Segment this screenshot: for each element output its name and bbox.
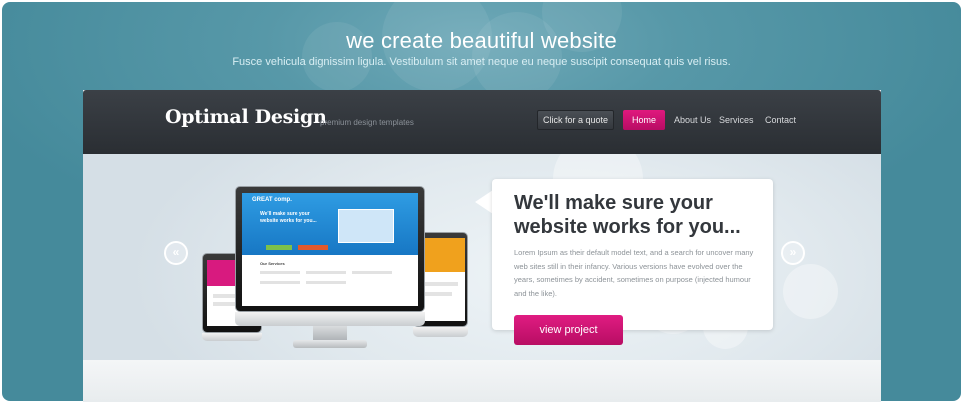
slider-prev-icon[interactable]: « (164, 241, 188, 265)
nav-contact[interactable]: Contact (765, 110, 796, 130)
screen-brand: GREAT comp. (252, 197, 292, 203)
screen-content-block (260, 271, 300, 274)
monitor-bezel: GREAT comp. We'll make sure your website… (235, 186, 425, 312)
screen-content-block (352, 271, 392, 274)
screen-content-block (306, 281, 346, 284)
screen-content-block (424, 292, 452, 296)
site-header: Optimal Design premium design templates … (83, 90, 881, 154)
card-pointer (475, 190, 493, 214)
slider-next-icon[interactable]: » (781, 241, 805, 265)
view-project-button[interactable]: view project (514, 315, 623, 345)
screen-green-button (266, 245, 292, 250)
quote-button[interactable]: Click for a quote (537, 110, 614, 130)
nav-services[interactable]: Services (719, 110, 754, 130)
hero-headline: we create beautiful website (346, 28, 617, 53)
slider-floor (83, 360, 881, 402)
screen-content-block (306, 271, 346, 274)
slide-title: We'll make sure your website works for y… (514, 192, 741, 238)
slide-card: We'll make sure your website works for y… (492, 179, 773, 330)
screen-headline: We'll make sure your website works for y… (260, 211, 317, 224)
website-preview: Optimal Design premium design templates … (83, 90, 881, 402)
main-monitor: GREAT comp. We'll make sure your website… (235, 186, 425, 354)
monitor-chin (235, 312, 425, 326)
screen-content-block (424, 282, 458, 286)
screen-content-block (260, 281, 300, 284)
slide-body: Lorem Ipsum as their default model text,… (514, 248, 754, 298)
nav-home[interactable]: Home (623, 110, 665, 130)
nav-about-us[interactable]: About Us (674, 110, 711, 130)
monitor-screen: GREAT comp. We'll make sure your website… (242, 193, 418, 306)
monitor-screen (418, 238, 465, 321)
screen-image-block (338, 209, 394, 243)
monitor-foot (293, 340, 367, 348)
screen-section-title: Our Services (260, 261, 285, 266)
screen-red-button (298, 245, 328, 250)
site-logo[interactable]: Optimal Design (165, 106, 327, 128)
hero-subline: Fusce vehicula dignissim ligula. Vestibu… (232, 56, 731, 68)
hero-slider: « » GREAT comp. We'll make sure your web… (83, 154, 881, 360)
screen-orange-block (418, 238, 465, 272)
bokeh-light (783, 264, 838, 319)
site-tagline: premium design templates (320, 118, 414, 127)
